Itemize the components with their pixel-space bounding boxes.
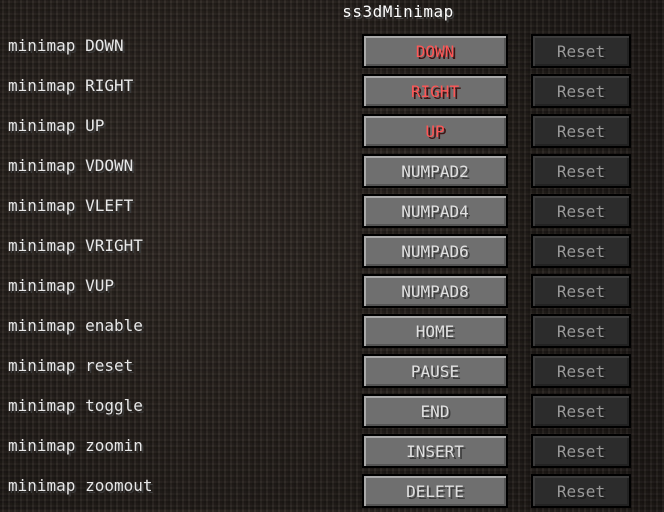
reset-button[interactable]: Reset [531,314,631,348]
key-binding-button[interactable]: NUMPAD4 [362,194,508,228]
keybinding-row: minimap UP UP Reset [0,112,664,152]
action-label: minimap VLEFT [8,196,134,215]
screen-title: ss3dMinimap [342,2,454,21]
keybinding-row: minimap zoomout DELETE Reset [0,472,664,512]
reset-button[interactable]: Reset [531,394,631,428]
action-label: minimap RIGHT [8,76,134,95]
key-binding-button[interactable]: NUMPAD8 [362,274,508,308]
action-label: minimap zoomout [8,476,153,495]
key-binding-button[interactable]: DELETE [362,474,508,508]
reset-button[interactable]: Reset [531,274,631,308]
reset-button[interactable]: Reset [531,474,631,508]
key-binding-button[interactable]: NUMPAD6 [362,234,508,268]
action-label: minimap enable [8,316,143,335]
reset-button[interactable]: Reset [531,234,631,268]
action-label: minimap VDOWN [8,156,134,175]
keybinding-row: minimap VDOWN NUMPAD2 Reset [0,152,664,192]
action-label: minimap UP [8,116,105,135]
key-binding-button[interactable]: END [362,394,508,428]
keybinding-row: minimap VRIGHT NUMPAD6 Reset [0,232,664,272]
reset-button[interactable]: Reset [531,114,631,148]
keybinding-row: minimap enable HOME Reset [0,312,664,352]
action-label: minimap VRIGHT [8,236,143,255]
action-label: minimap toggle [8,396,143,415]
keybinding-row: minimap VUP NUMPAD8 Reset [0,272,664,312]
key-binding-button[interactable]: NUMPAD2 [362,154,508,188]
key-binding-button[interactable]: PAUSE [362,354,508,388]
action-label: minimap DOWN [8,36,124,55]
keybinding-row: minimap DOWN DOWN Reset [0,32,664,72]
reset-button[interactable]: Reset [531,74,631,108]
keybinding-list: minimap DOWN DOWN Reset minimap RIGHT RI… [0,32,664,512]
reset-button[interactable]: Reset [531,354,631,388]
key-binding-button[interactable]: RIGHT [362,74,508,108]
keybinding-row: minimap RIGHT RIGHT Reset [0,72,664,112]
key-binding-button[interactable]: INSERT [362,434,508,468]
keybinding-row: minimap VLEFT NUMPAD4 Reset [0,192,664,232]
keybinding-row: minimap zoomin INSERT Reset [0,432,664,472]
keybinding-row: minimap toggle END Reset [0,392,664,432]
keybinding-row: minimap reset PAUSE Reset [0,352,664,392]
key-binding-button[interactable]: UP [362,114,508,148]
reset-button[interactable]: Reset [531,434,631,468]
action-label: minimap zoomin [8,436,143,455]
key-binding-button[interactable]: DOWN [362,34,508,68]
reset-button[interactable]: Reset [531,34,631,68]
key-binding-button[interactable]: HOME [362,314,508,348]
reset-button[interactable]: Reset [531,154,631,188]
reset-button[interactable]: Reset [531,194,631,228]
action-label: minimap VUP [8,276,114,295]
action-label: minimap reset [8,356,134,375]
